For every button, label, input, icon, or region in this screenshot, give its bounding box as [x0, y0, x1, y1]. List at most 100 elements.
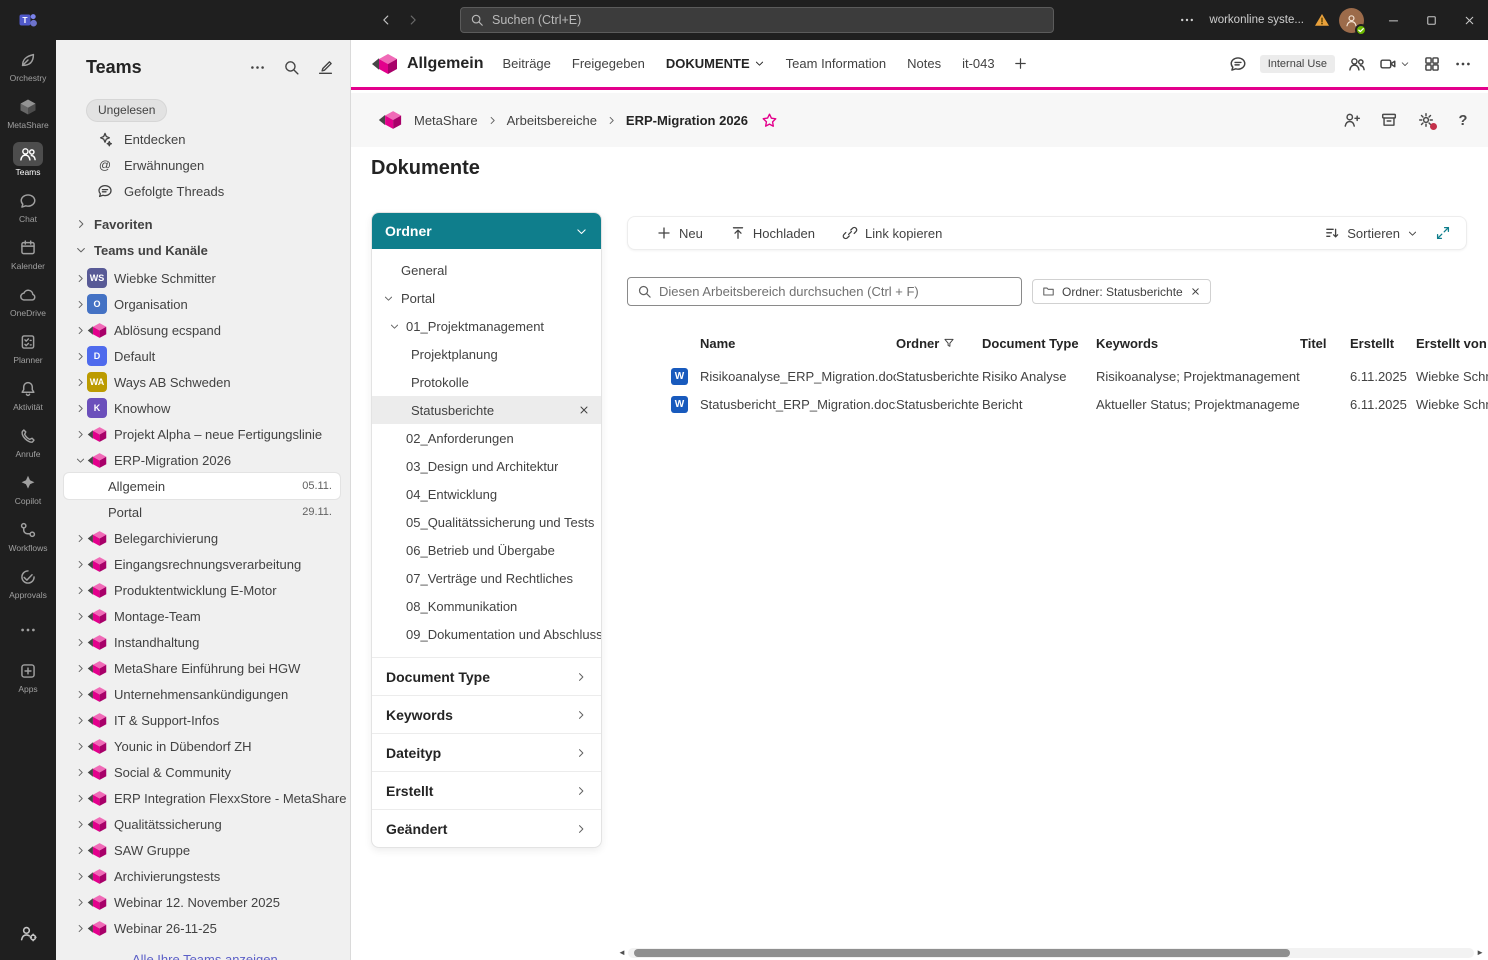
chevron-right-icon[interactable]: [75, 559, 86, 570]
rail-item-aktivitaet[interactable]: Aktivität: [0, 371, 56, 418]
team-item[interactable]: SAW Gruppe: [56, 837, 350, 863]
global-search[interactable]: [460, 7, 1054, 33]
breadcrumb-link[interactable]: MetaShare: [414, 113, 478, 128]
team-item[interactable]: Webinar 26-11-25: [56, 915, 350, 941]
new-button[interactable]: Neu: [656, 225, 703, 241]
column-header-keywords[interactable]: Keywords: [1096, 336, 1300, 351]
sensitivity-badge[interactable]: Internal Use: [1260, 55, 1335, 73]
team-item[interactable]: KKnowhow: [56, 395, 350, 421]
team-item[interactable]: MetaShare Einführung bei HGW: [56, 655, 350, 681]
team-item[interactable]: ERP Integration FlexxStore - MetaShare: [56, 785, 350, 811]
team-item[interactable]: Ablösung ecspand: [56, 317, 350, 343]
column-header-erstellt-von[interactable]: Erstellt von: [1416, 336, 1488, 351]
team-item[interactable]: Social & Community: [56, 759, 350, 785]
folder-tree-item-projektplanung[interactable]: Projektplanung: [372, 340, 601, 368]
chevron-right-icon[interactable]: [75, 533, 86, 544]
minimize-button[interactable]: [1374, 0, 1412, 40]
team-item[interactable]: IT & Support-Infos: [56, 707, 350, 733]
folder-tree-item-06-betrieb-und-übergabe[interactable]: 06_Betrieb und Übergabe: [372, 536, 601, 564]
members-icon[interactable]: [1348, 55, 1366, 73]
compose-icon[interactable]: [317, 59, 334, 76]
chevron-right-icon[interactable]: [75, 273, 86, 284]
chevron-right-icon[interactable]: [75, 715, 86, 726]
avatar[interactable]: [1339, 8, 1364, 33]
folder-tree-item-general[interactable]: General: [372, 256, 601, 284]
team-item[interactable]: OOrganisation: [56, 291, 350, 317]
team-item[interactable]: Webinar 12. November 2025: [56, 889, 350, 915]
document-row[interactable]: WRisikoanalyse_ERP_Migration.docxStatusb…: [627, 362, 1488, 390]
chevron-right-icon[interactable]: [75, 429, 86, 440]
team-item[interactable]: Projekt Alpha – neue Fertigungslinie: [56, 421, 350, 447]
sidebar-search-icon[interactable]: [283, 59, 300, 76]
team-item[interactable]: WSWiebke Schmitter: [56, 265, 350, 291]
folder-tree-item-07-verträge-und-rechtliches[interactable]: 07_Verträge und Rechtliches: [372, 564, 601, 592]
shared-account-icon[interactable]: [19, 924, 38, 943]
favorite-star-icon[interactable]: [761, 112, 778, 129]
titlebar-more-icon[interactable]: [1179, 12, 1195, 28]
chevron-right-icon[interactable]: [75, 897, 86, 908]
tab-it-043[interactable]: it-043: [962, 56, 995, 71]
chevron-right-icon[interactable]: [75, 377, 86, 388]
global-search-input[interactable]: [492, 13, 1044, 27]
back-button[interactable]: [379, 13, 393, 27]
folder-tree-item-09-dokumentation-und-abschluss[interactable]: 09_Dokumentation und Abschluss: [372, 620, 601, 648]
folder-tree-item-protokolle[interactable]: Protokolle: [372, 368, 601, 396]
tab-team-information[interactable]: Team Information: [786, 56, 886, 71]
rail-item-metashare[interactable]: MetaShare: [0, 89, 56, 136]
rail-item-kalender[interactable]: Kalender: [0, 230, 56, 277]
teams-channels-section[interactable]: Teams und Kanäle: [56, 237, 350, 263]
scrollbar-track[interactable]: [628, 948, 1474, 958]
filter-section-erstellt[interactable]: Erstellt: [372, 771, 601, 809]
breadcrumb-link[interactable]: Arbeitsbereiche: [507, 113, 597, 128]
column-header-titel[interactable]: Titel: [1300, 336, 1350, 351]
team-item[interactable]: Montage-Team: [56, 603, 350, 629]
rail-item-more[interactable]: [0, 606, 56, 653]
chevron-right-icon[interactable]: [75, 299, 86, 310]
team-item[interactable]: ERP-Migration 2026: [56, 447, 350, 473]
chevron-down-icon[interactable]: [75, 455, 86, 466]
rail-item-planner[interactable]: Planner: [0, 324, 56, 371]
show-all-teams-link[interactable]: Alle Ihre Teams anzeigen: [132, 952, 278, 960]
workspace-search[interactable]: [627, 277, 1022, 306]
tab-dokumente[interactable]: DOKUMENTE: [666, 56, 765, 71]
team-item[interactable]: Qualitätssicherung: [56, 811, 350, 837]
folder-tree-item-05-qualitätssicherung-und-tests[interactable]: 05_Qualitätssicherung und Tests: [372, 508, 601, 536]
team-item[interactable]: Belegarchivierung: [56, 525, 350, 551]
filter-section-document-type[interactable]: Document Type: [372, 657, 601, 695]
horizontal-scrollbar[interactable]: ◄ ►: [618, 946, 1484, 959]
warning-icon[interactable]: [1314, 12, 1330, 28]
chevron-right-icon[interactable]: [75, 923, 86, 934]
remove-filter-icon[interactable]: [1190, 286, 1201, 297]
rail-item-approvals[interactable]: Approvals: [0, 559, 56, 606]
team-item[interactable]: Produktentwicklung E-Motor: [56, 577, 350, 603]
rail-item-onedrive[interactable]: OneDrive: [0, 277, 56, 324]
folder-tree-item-portal[interactable]: Portal: [372, 284, 601, 312]
column-header-ordner[interactable]: Ordner: [896, 336, 982, 351]
archive-icon[interactable]: [1380, 111, 1398, 129]
chevron-right-icon[interactable]: [75, 325, 86, 336]
rail-item-copilot[interactable]: Copilot: [0, 465, 56, 512]
close-button[interactable]: [1450, 0, 1488, 40]
upload-button[interactable]: Hochladen: [730, 225, 815, 241]
quick-link-gefolgte-threads[interactable]: Gefolgte Threads: [56, 178, 350, 204]
tab-beiträge[interactable]: Beiträge: [502, 56, 550, 71]
layout-grid-icon[interactable]: [1423, 55, 1441, 73]
rail-item-anrufe[interactable]: Anrufe: [0, 418, 56, 465]
channel-item-allgemein[interactable]: Allgemein05.11.: [64, 473, 340, 499]
folder-tree-item-04-entwicklung[interactable]: 04_Entwicklung: [372, 480, 601, 508]
team-item[interactable]: WAWays AB Schweden: [56, 369, 350, 395]
folder-tree-item-03-design-und-architektur[interactable]: 03_Design und Architektur: [372, 452, 601, 480]
active-filter-chip[interactable]: Ordner: Statusberichte: [1032, 279, 1211, 304]
maximize-button[interactable]: [1412, 0, 1450, 40]
folder-tree-item-02-anforderungen[interactable]: 02_Anforderungen: [372, 424, 601, 452]
folder-filter-header[interactable]: Ordner: [372, 213, 601, 249]
filter-section-dateityp[interactable]: Dateityp: [372, 733, 601, 771]
scrollbar-thumb[interactable]: [634, 949, 1290, 957]
chevron-right-icon[interactable]: [75, 871, 86, 882]
sidebar-more-icon[interactable]: [249, 59, 266, 76]
team-item[interactable]: Instandhaltung: [56, 629, 350, 655]
scroll-right-arrow-icon[interactable]: ►: [1476, 949, 1484, 957]
team-item[interactable]: Younic in Dübendorf ZH: [56, 733, 350, 759]
chevron-down-icon[interactable]: [389, 321, 400, 332]
team-item[interactable]: Eingangsrechnungsverarbeitung: [56, 551, 350, 577]
